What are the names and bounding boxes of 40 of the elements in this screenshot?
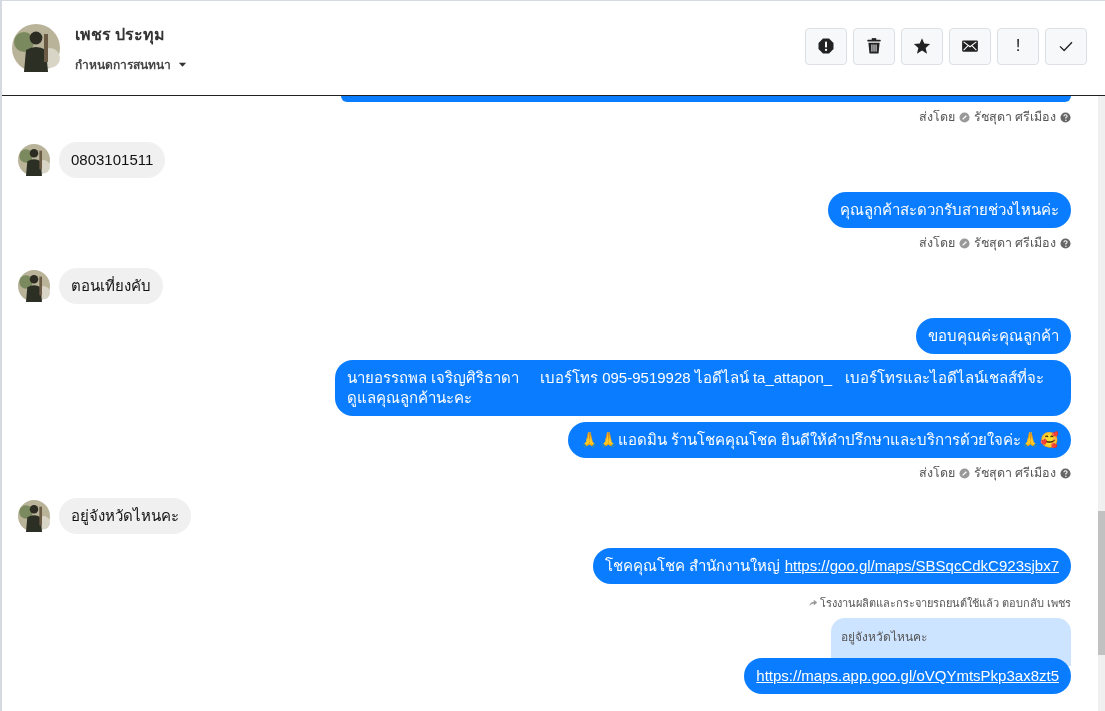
agent-name: รัชสุดา ศรีเมือง xyxy=(973,109,1056,127)
message-bubble: ตอนเที่ยงคับ xyxy=(59,268,163,304)
sender-label: ส่งโดย xyxy=(918,109,955,126)
conversation-dropdown[interactable]: กำหนดการสนทนา xyxy=(75,55,188,74)
avatar xyxy=(18,270,50,302)
star-icon xyxy=(913,37,931,55)
message-bubble: โชคคุณโชค สำนักงานใหญ่ https://goo.gl/maps/SBSqcCdkC923sjbx7 xyxy=(593,548,1071,584)
sender-label: ส่งโดย xyxy=(918,465,955,482)
alert-button[interactable] xyxy=(805,27,847,65)
help-icon xyxy=(1060,237,1071,249)
exclamation-button[interactable]: ! xyxy=(997,27,1039,65)
pencil-icon xyxy=(958,237,970,249)
reply-label: โรงงานผลิตและกระจายรถยนต์ใช้แล้ว ตอบกลับ เพชร xyxy=(819,596,1071,611)
pencil-icon xyxy=(958,467,970,479)
star-button[interactable] xyxy=(901,27,943,65)
agent-name: รัชสุดา ศรีเมือง xyxy=(973,235,1056,253)
help-icon xyxy=(1060,467,1071,479)
sender-label: ส่งโดย xyxy=(918,235,955,252)
avatar xyxy=(12,24,60,72)
message-bubble: อยู่จังหวัดไหนคะ xyxy=(59,498,191,534)
link[interactable]: https://goo.gl/maps/SBSqcCdkC923sjbx7 xyxy=(784,557,1059,574)
warning-icon xyxy=(817,37,835,55)
message-bubble: คุณลูกค้าสะดวกรับสายช่วงไหนค่ะ xyxy=(828,192,1071,228)
scrollbar-thumb[interactable] xyxy=(1098,511,1105,655)
link[interactable]: https://maps.app.goo.gl/oVQYmtsPkp3ax8zt5 xyxy=(756,667,1059,684)
agent-name: รัชสุดา ศรีเมือง xyxy=(973,465,1056,483)
message-bubble: 🙏🙏แอดมิน ร้านโชคคุณโชค ยินดีให้คำปรึกษาและบริการด้วยใจค่ะ🙏🥰 xyxy=(567,422,1071,458)
avatar xyxy=(18,144,50,176)
envelope-icon xyxy=(961,37,979,55)
trash-button[interactable] xyxy=(853,27,895,65)
help-icon xyxy=(1060,111,1071,123)
contact-name: เพชร ประทุม xyxy=(75,25,167,47)
reply-arrow-icon xyxy=(807,598,818,608)
message-bubble: 0803101511 xyxy=(59,142,166,178)
trash-icon xyxy=(865,37,883,55)
avatar xyxy=(18,500,50,532)
message-bubble: นายอรรถพล เจริญศิริธาดา เบอร์โทร 095-9519928 ไอดีไลน์ ta_attapon_ เบอร์โทรและไอดีไลน์เชลส์ที่จะดูแลคุณลูกค้านะคะ xyxy=(335,360,1071,416)
mail-button[interactable] xyxy=(949,27,991,65)
pencil-icon xyxy=(958,111,970,123)
message-bubble: ขอบคุณค่ะคุณลูกค้า xyxy=(916,318,1071,354)
